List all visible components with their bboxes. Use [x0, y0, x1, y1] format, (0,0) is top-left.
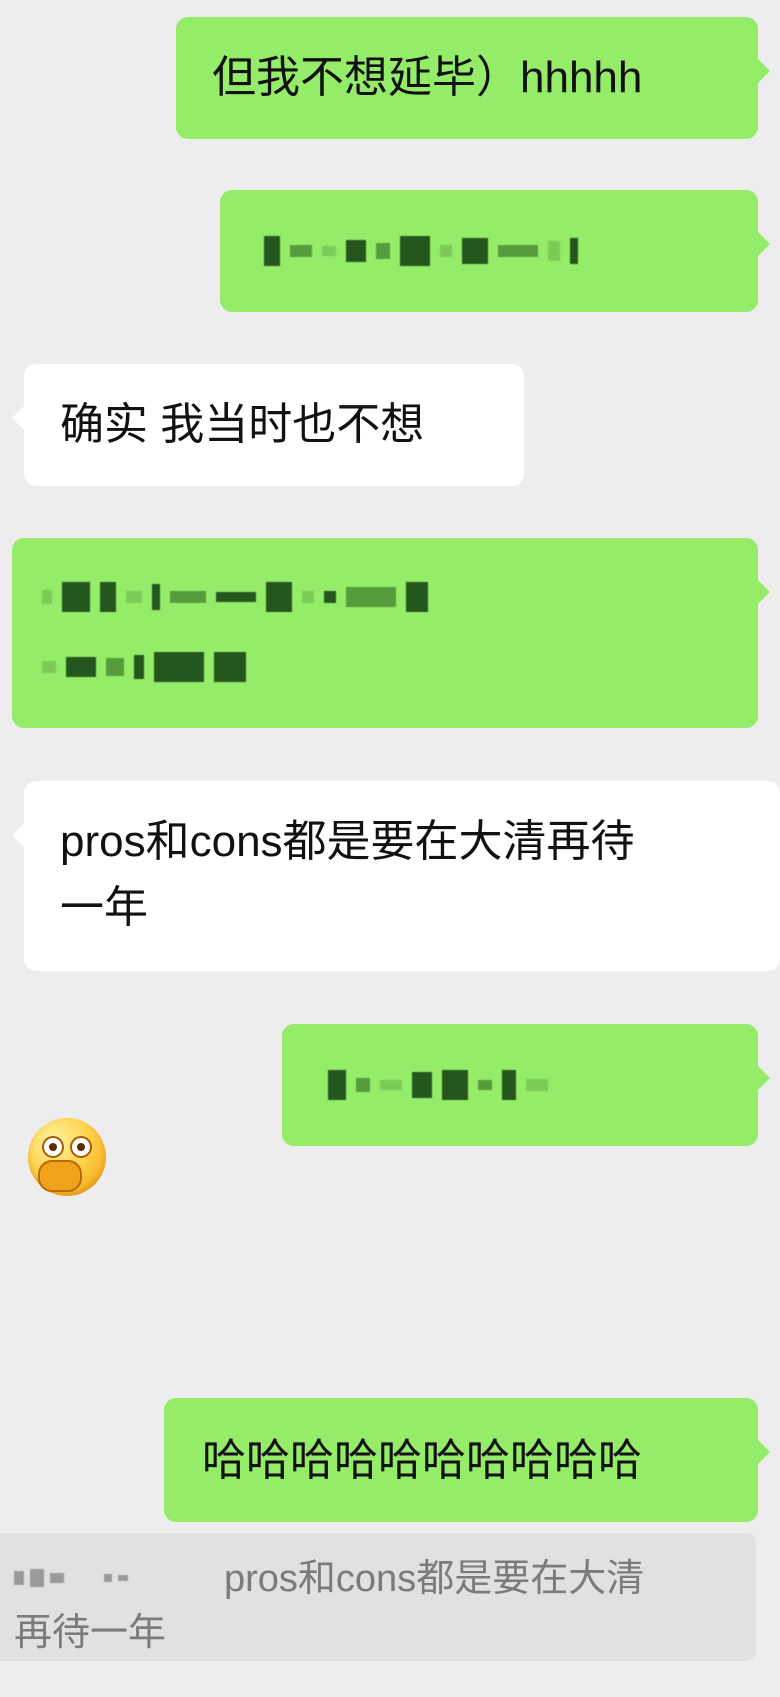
message-bubble-outgoing-redacted[interactable] — [282, 1024, 770, 1146]
message-text: 但我不想延毕）hhhhh — [212, 53, 643, 102]
redacted-content — [264, 236, 578, 266]
emoji-eye — [70, 1136, 92, 1158]
redacted-sender — [14, 1569, 128, 1587]
message-bubble-outgoing[interactable]: 但我不想延毕）hhhhh — [176, 17, 770, 139]
cover-mouth-emoji-icon[interactable] — [28, 1118, 106, 1196]
redacted-content — [328, 1070, 548, 1100]
emoji-eye — [42, 1136, 64, 1158]
message-text: 确实 我当时也不想 — [60, 400, 425, 449]
message-bubble-outgoing-redacted[interactable] — [12, 538, 770, 728]
quote-text: pros和cons都是要在大清 — [224, 1558, 645, 1600]
redacted-content — [42, 582, 428, 612]
message-text: 哈哈哈哈哈哈哈哈哈哈 — [202, 1436, 642, 1485]
message-bubble-outgoing[interactable]: 哈哈哈哈哈哈哈哈哈哈 — [164, 1398, 770, 1522]
quote-text: 再待一年 — [14, 1612, 167, 1654]
message-bubble-incoming[interactable]: 确实 我当时也不想 — [12, 364, 524, 486]
quoted-message-bar[interactable]: pros和cons都是要在大清 再待一年 — [0, 1533, 756, 1661]
message-bubble-outgoing-redacted[interactable] — [220, 190, 770, 312]
emoji-hand — [38, 1160, 82, 1192]
message-text: pros和cons都是要在大清再待 一年 — [60, 817, 635, 932]
message-bubble-incoming[interactable]: pros和cons都是要在大清再待 一年 — [12, 781, 780, 971]
chat-area[interactable]: 但我不想延毕）hhhhh 确实 我当时也不想 pros和cons都是要在大清再待… — [0, 0, 780, 1697]
redacted-content — [42, 652, 246, 682]
